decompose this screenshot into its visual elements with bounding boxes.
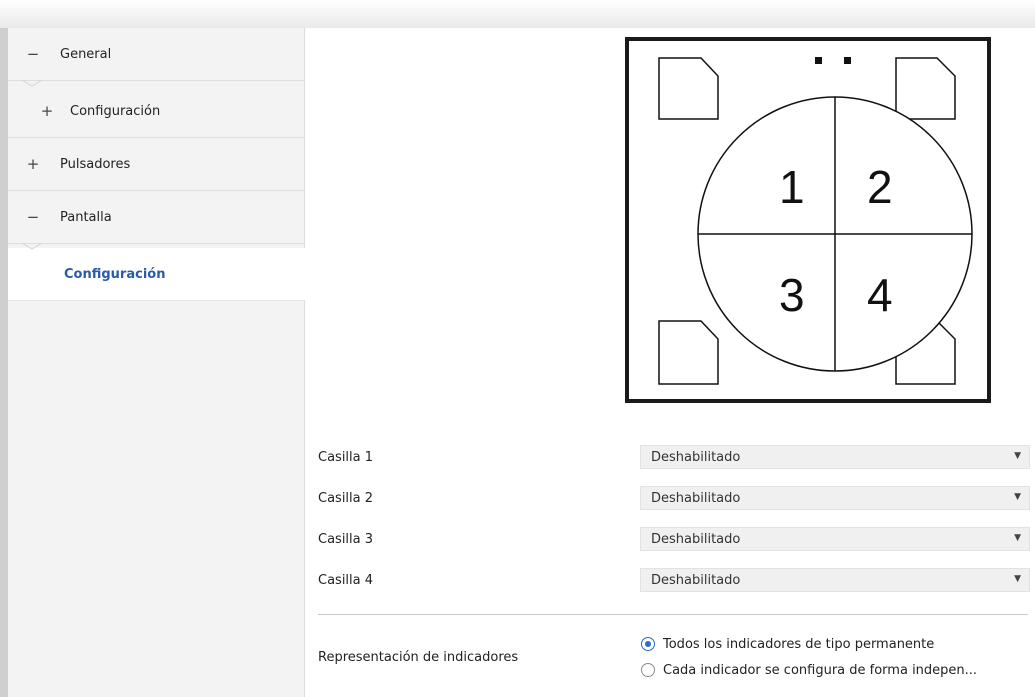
sidebar-item-general[interactable]: − General (8, 28, 304, 81)
field-row-casilla-3: Casilla 3 Deshabilitado ▼ (318, 527, 1030, 553)
chevron-down-icon: ▼ (1014, 451, 1021, 461)
main-panel: 1 2 3 4 Casilla 1 Deshabilitado ▼ Casill… (305, 28, 1035, 697)
radio-label: Cada indicador se configura de forma ind… (663, 662, 978, 678)
sidebar-item-pantalla[interactable]: − Pantalla (8, 191, 304, 244)
tree-connector (22, 80, 42, 87)
field-label: Casilla 4 (318, 573, 374, 588)
casilla-2-select[interactable]: Deshabilitado ▼ (640, 486, 1030, 510)
sidebar-item-configuracion-pantalla[interactable]: Configuración (8, 248, 305, 301)
sidebar-item-pulsadores[interactable]: + Pulsadores (8, 138, 304, 191)
radio-option-independiente[interactable]: Cada indicador se configura de forma ind… (641, 658, 977, 682)
corner-button-bottom-left (658, 320, 719, 385)
cell-1-number: 1 (779, 161, 805, 213)
plus-icon[interactable]: + (36, 102, 58, 120)
sidebar-item-configuracion-general[interactable]: + Configuración (8, 85, 304, 138)
select-value: Deshabilitado (651, 450, 741, 465)
title-bar (0, 0, 1035, 29)
field-row-casilla-2: Casilla 2 Deshabilitado ▼ (318, 486, 1030, 512)
field-row-casilla-1: Casilla 1 Deshabilitado ▼ (318, 445, 1030, 471)
led-indicator (815, 57, 822, 64)
select-value: Deshabilitado (651, 573, 741, 588)
sidebar-item-label: Configuración (70, 103, 161, 119)
led-indicator (844, 57, 851, 64)
field-label: Casilla 3 (318, 532, 374, 547)
cell-3-number: 3 (779, 269, 805, 321)
field-label: Casilla 1 (318, 450, 374, 465)
app-window: − General + Configuración + Pulsadores −… (0, 0, 1035, 697)
sidebar-item-label: Configuración (64, 266, 166, 282)
cell-2-number: 2 (867, 161, 893, 213)
device-diagram-graphic: 1 2 3 4 (658, 57, 973, 385)
window-frame (0, 28, 8, 697)
chevron-down-icon: ▼ (1014, 533, 1021, 543)
sidebar-item-label: Pantalla (60, 209, 112, 225)
corner-button-top-right (895, 57, 956, 120)
device-diagram: 1 2 3 4 (625, 37, 991, 403)
minus-icon[interactable]: − (22, 45, 44, 63)
sidebar: − General + Configuración + Pulsadores −… (8, 28, 305, 697)
radio-option-permanente[interactable]: Todos los indicadores de tipo permanente (641, 632, 977, 656)
section-divider (318, 614, 1028, 615)
radio-button-checked[interactable] (641, 637, 655, 651)
minus-icon[interactable]: − (22, 208, 44, 226)
sidebar-item-label: Pulsadores (60, 156, 131, 172)
field-label: Casilla 2 (318, 491, 374, 506)
casilla-3-select[interactable]: Deshabilitado ▼ (640, 527, 1030, 551)
radio-label: Todos los indicadores de tipo permanente (663, 636, 935, 652)
field-row-casilla-4: Casilla 4 Deshabilitado ▼ (318, 568, 1030, 594)
representation-label: Representación de indicadores (318, 650, 519, 665)
sidebar-item-label: General (60, 46, 112, 62)
casilla-1-select[interactable]: Deshabilitado ▼ (640, 445, 1030, 469)
select-value: Deshabilitado (651, 532, 741, 547)
representation-radio-group: Todos los indicadores de tipo permanente… (641, 632, 977, 684)
tree-connector (22, 243, 42, 250)
chevron-down-icon: ▼ (1014, 574, 1021, 584)
plus-icon[interactable]: + (22, 155, 44, 173)
select-value: Deshabilitado (651, 491, 741, 506)
cell-4-number: 4 (867, 269, 893, 321)
corner-button-top-left (658, 57, 719, 120)
radio-button[interactable] (641, 663, 655, 677)
chevron-down-icon: ▼ (1014, 492, 1021, 502)
casilla-4-select[interactable]: Deshabilitado ▼ (640, 568, 1030, 592)
